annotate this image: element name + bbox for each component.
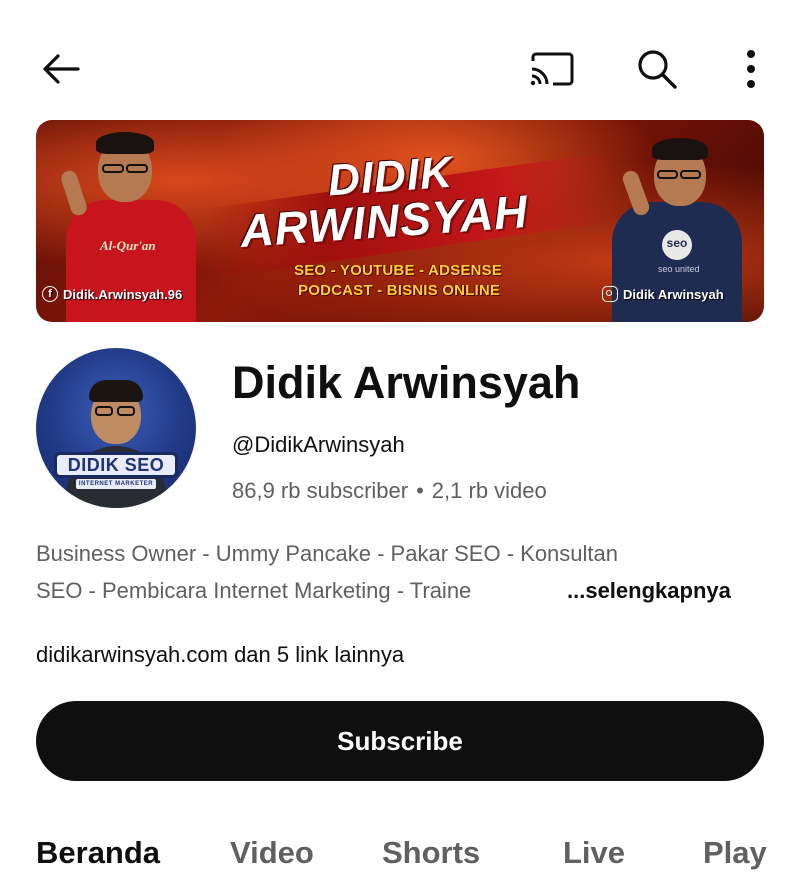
banner-tagline-1: SEO - YOUTUBE - ADSENSE	[294, 262, 502, 279]
tab-playlist[interactable]: Play	[703, 835, 767, 871]
channel-tabs: Beranda Video Shorts Live Play	[0, 830, 800, 885]
description-more-link[interactable]: ...selengkapnya	[567, 578, 731, 604]
channel-banner: Al-Qur'an seo seo united DIDIK ARWINSYAH…	[36, 120, 764, 322]
video-count: 2,1 rb video	[431, 478, 547, 503]
arrow-left-icon	[43, 54, 80, 84]
banner-facebook: f Didik.Arwinsyah.96	[42, 286, 182, 302]
banner-instagram: Didik Arwinsyah	[602, 286, 724, 302]
channel-avatar[interactable]: DIDIK SEO INTERNET MARKETER	[36, 348, 196, 508]
channel-description-line2[interactable]: SEO - Pembicara Internet Marketing - Tra…	[36, 578, 471, 604]
tab-live[interactable]: Live	[563, 835, 625, 871]
facebook-icon: f	[42, 286, 58, 302]
channel-links[interactable]: didikarwinsyah.com dan 5 link lainnya	[36, 642, 404, 668]
tab-video[interactable]: Video	[230, 835, 314, 871]
channel-description-line1[interactable]: Business Owner - Ummy Pancake - Pakar SE…	[36, 541, 618, 567]
banner-title-line2: ARWINSYAH	[238, 185, 530, 257]
subscribe-button[interactable]: Subscribe	[36, 701, 764, 781]
banner-tagline-2: PODCAST - BISNIS ONLINE	[298, 282, 501, 299]
tab-beranda[interactable]: Beranda	[36, 835, 160, 871]
avatar-badge: DIDIK SEO	[54, 452, 178, 478]
more-options-button[interactable]	[736, 44, 766, 94]
cast-icon	[530, 52, 574, 86]
banner-facebook-text: Didik.Arwinsyah.96	[63, 286, 183, 302]
back-button[interactable]	[38, 46, 84, 92]
shirt-text-left: Al-Qur'an	[100, 238, 156, 253]
cast-button[interactable]	[526, 46, 576, 92]
stats-separator: •	[416, 478, 424, 503]
description-fade	[480, 576, 576, 606]
channel-handle: @DidikArwinsyah	[232, 432, 405, 457]
instagram-icon	[602, 286, 618, 302]
channel-name: Didik Arwinsyah	[232, 357, 581, 408]
search-button[interactable]	[632, 44, 682, 94]
channel-stats: 86,9 rb subscriber • 2,1 rb video	[232, 478, 547, 504]
avatar-badge-sub: INTERNET MARKETER	[76, 479, 156, 489]
shirt-text-right: seo united	[658, 264, 700, 274]
banner-instagram-text: Didik Arwinsyah	[623, 286, 724, 302]
subscriber-count: 86,9 rb subscriber	[232, 478, 409, 503]
search-icon	[638, 50, 677, 89]
tab-shorts[interactable]: Shorts	[382, 835, 480, 871]
shirt-logo-right: seo	[666, 236, 688, 250]
more-vert-icon	[747, 50, 755, 88]
